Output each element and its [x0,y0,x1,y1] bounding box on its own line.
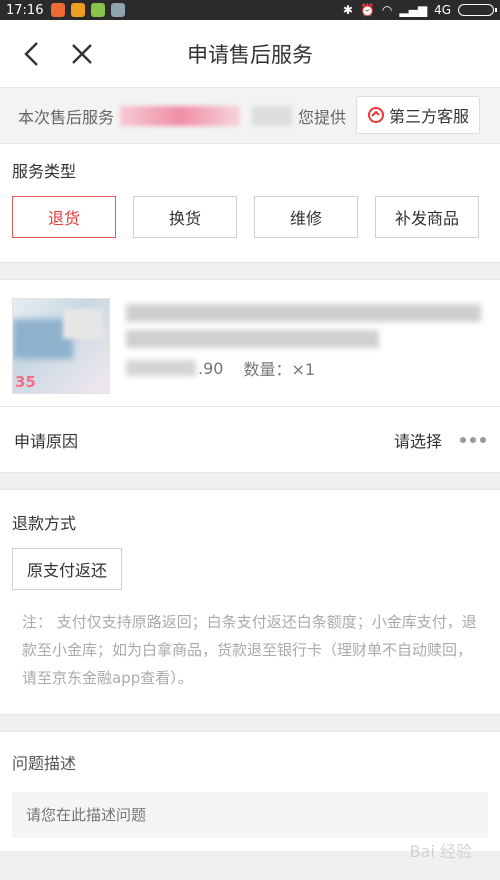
redacted-product-name [126,304,481,322]
refund-original-payment-button[interactable]: 原支付返还 [12,548,122,590]
redacted-price [126,360,196,376]
message-notification-icon [111,3,126,17]
service-type-exchange-button[interactable]: 换货 [133,196,237,238]
thumbnail-tag: 35 [15,373,36,391]
signal-icon: ▂▄▆ [399,3,428,17]
status-bar: 17:16 ✱ ⏰ ◠ ▂▄▆ 4G [0,0,500,20]
section-divider [0,473,500,489]
customer-service-icon [367,107,384,123]
service-type-repair-button[interactable]: 维修 [254,196,358,238]
service-notice: 本次售后服务 您提供 第三方客服 [0,88,500,144]
network-type: 4G [434,3,451,17]
app-notification-icon [51,3,66,17]
problem-description-title: 问题描述 [12,754,77,773]
android-notification-icon [91,3,106,17]
problem-description-section: 问题描述 [0,731,500,851]
redacted-shop-name [120,105,241,126]
bluetooth-icon: ✱ [342,3,353,17]
product-price: .90 [198,358,224,378]
product-thumbnail: 35 [12,298,110,394]
refund-method-section: 退款方式 原支付返还 注： 支付仅支持原路返回；白条支付返还白条额度；小金库支付… [0,489,500,715]
problem-description-input[interactable] [12,792,488,838]
service-type-return-button[interactable]: 退货 [12,196,116,238]
third-party-service-button[interactable]: 第三方客服 [355,96,480,134]
service-type-section: 服务类型 退货 换货 维修 补发商品 [0,144,500,263]
apply-reason-value: 请选择 [393,431,442,451]
nav-bar: 申请售后服务 [0,20,500,88]
more-icon [460,436,486,443]
apply-reason-label: 申请原因 [14,431,79,451]
service-type-reissue-button[interactable]: 补发商品 [375,196,479,238]
alarm-icon: ⏰ [359,3,375,17]
battery-icon [458,4,497,16]
section-divider [0,715,500,731]
section-divider [0,263,500,279]
redacted-product-name [126,330,380,348]
back-icon[interactable] [14,36,50,72]
baidu-watermark: Bai 经验 [409,842,472,861]
redacted-text [252,105,293,126]
status-time: 17:16 [6,2,44,18]
close-icon[interactable] [64,36,100,72]
product-item: 35 .90 数量：×1 [0,279,500,407]
apply-reason-row[interactable]: 申请原因 请选择 [0,407,500,473]
wifi-icon: ◠ [381,3,393,17]
product-info: .90 数量：×1 [126,298,488,388]
third-party-service-label: 第三方客服 [388,107,469,126]
product-quantity: 数量：×1 [243,360,316,379]
refund-method-title: 退款方式 [12,514,77,533]
service-type-title: 服务类型 [12,162,77,181]
mail-notification-icon [71,3,86,17]
notice-prefix: 本次售后服务 [18,107,115,127]
notice-suffix: 您提供 [298,107,347,127]
refund-note: 注： 支付仅支持原路返回；白条支付返还白条额度；小金库支付，退款至小金库；如为白… [22,613,477,687]
